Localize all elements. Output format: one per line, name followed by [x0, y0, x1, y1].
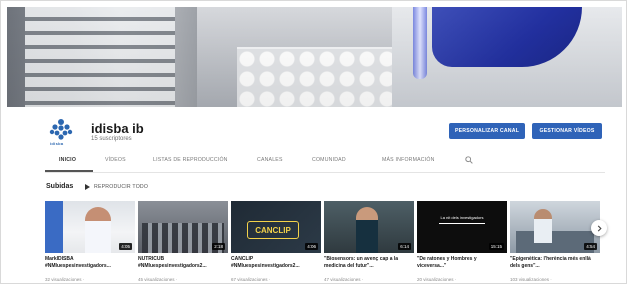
play-icon — [85, 184, 90, 190]
thumbnail-caption: La nit dels investigadors — [440, 215, 484, 220]
tab-playlists[interactable]: LISTAS DE REPRODUCCIÓN — [153, 157, 228, 163]
tab-community[interactable]: COMUNIDAD — [312, 157, 346, 163]
play-all-label: REPRODUCIR TODO — [94, 184, 149, 190]
video-title[interactable]: CANCLIP #NMIuespesinvestigadors2... — [231, 256, 321, 269]
video-duration: 4:54 — [584, 243, 597, 250]
video-card[interactable]: CANCLIP 4:06 CANCLIP #NMIuespesinvestiga… — [231, 201, 321, 284]
youtube-channel-page: idisba idisba ib 15 suscriptores PERSONA… — [0, 0, 627, 284]
video-thumbnail[interactable]: La nit dels investigadors 15:15 — [417, 201, 507, 253]
video-thumbnail[interactable]: 4:05 — [45, 201, 135, 253]
play-all-button[interactable]: REPRODUCIR TODO — [85, 184, 148, 190]
tab-videos[interactable]: VÍDEOS — [105, 157, 126, 163]
channel-header: idisba idisba ib 15 suscriptores PERSONA… — [45, 115, 605, 155]
video-thumbnail[interactable]: 6:14 — [324, 201, 414, 253]
manage-videos-button[interactable]: GESTIONAR VÍDEOS — [532, 123, 602, 139]
video-views: 20 visualizaciones · — [417, 277, 457, 282]
video-duration: 6:14 — [398, 243, 411, 250]
video-title[interactable]: "Biosensors: un avenç cap a la medicina … — [324, 256, 414, 269]
channel-avatar[interactable]: idisba — [45, 115, 77, 147]
video-thumbnail[interactable]: CANCLIP 4:06 — [231, 201, 321, 253]
video-title[interactable]: "Epigenètica: l'herència més enllà dels … — [510, 256, 600, 269]
logo-wordmark: idisba — [50, 141, 64, 146]
uploads-shelf: 4:05 MarkIDISBA #NMIuespesinvestigadors.… — [45, 201, 605, 284]
tab-channels[interactable]: CANALES — [257, 157, 283, 163]
video-title[interactable]: "De ratones y Hombres y viceversa..." — [417, 256, 507, 269]
search-icon[interactable] — [465, 156, 473, 164]
active-tab-indicator — [45, 170, 93, 172]
thumbnail-title-text: CANCLIP — [247, 221, 299, 239]
chevron-right-icon — [597, 224, 602, 232]
channel-banner — [7, 7, 622, 107]
video-duration: 4:06 — [305, 243, 318, 250]
subscriber-count: 15 suscriptores — [91, 136, 132, 142]
video-card[interactable]: 6:14 "Biosensors: un avenç cap a la medi… — [324, 201, 414, 284]
video-card[interactable]: 4:05 MarkIDISBA #NMIuespesinvestigadors.… — [45, 201, 135, 284]
video-views: 47 visualizaciones · — [324, 277, 364, 282]
video-views: 45 visualizaciones · — [138, 277, 178, 282]
uploads-section-title: Subidas — [46, 183, 74, 190]
video-title[interactable]: NUTRICUB #NMIuespesinvestigadors2... — [138, 256, 228, 269]
channel-name: idisba ib — [91, 121, 144, 136]
video-duration: 4:05 — [119, 243, 132, 250]
video-duration: 2:18 — [212, 243, 225, 250]
video-duration: 15:15 — [488, 243, 504, 250]
video-card[interactable]: 2:18 NUTRICUB #NMIuespesinvestigadors2..… — [138, 201, 228, 284]
customize-channel-button[interactable]: PERSONALIZAR CANAL — [449, 123, 525, 139]
video-views: 32 visualizaciones · — [45, 277, 85, 282]
video-card[interactable]: La nit dels investigadors 15:15 "De rato… — [417, 201, 507, 284]
channel-tabs: INICIO VÍDEOS LISTAS DE REPRODUCCIÓN CAN… — [45, 153, 605, 173]
video-thumbnail[interactable]: 2:18 — [138, 201, 228, 253]
video-thumbnail[interactable]: 4:54 — [510, 201, 600, 253]
tab-about[interactable]: MÁS INFORMACIÓN — [382, 157, 435, 163]
video-views: 103 visualizaciones · — [510, 277, 552, 282]
video-views: 67 visualizaciones · — [231, 277, 271, 282]
video-card[interactable]: 4:54 "Epigenètica: l'herència més enllà … — [510, 201, 600, 284]
tab-home[interactable]: INICIO — [59, 157, 76, 163]
shelf-next-button[interactable] — [591, 220, 607, 236]
video-title[interactable]: MarkIDISBA #NMIuespesinvestigadors... — [45, 256, 135, 269]
